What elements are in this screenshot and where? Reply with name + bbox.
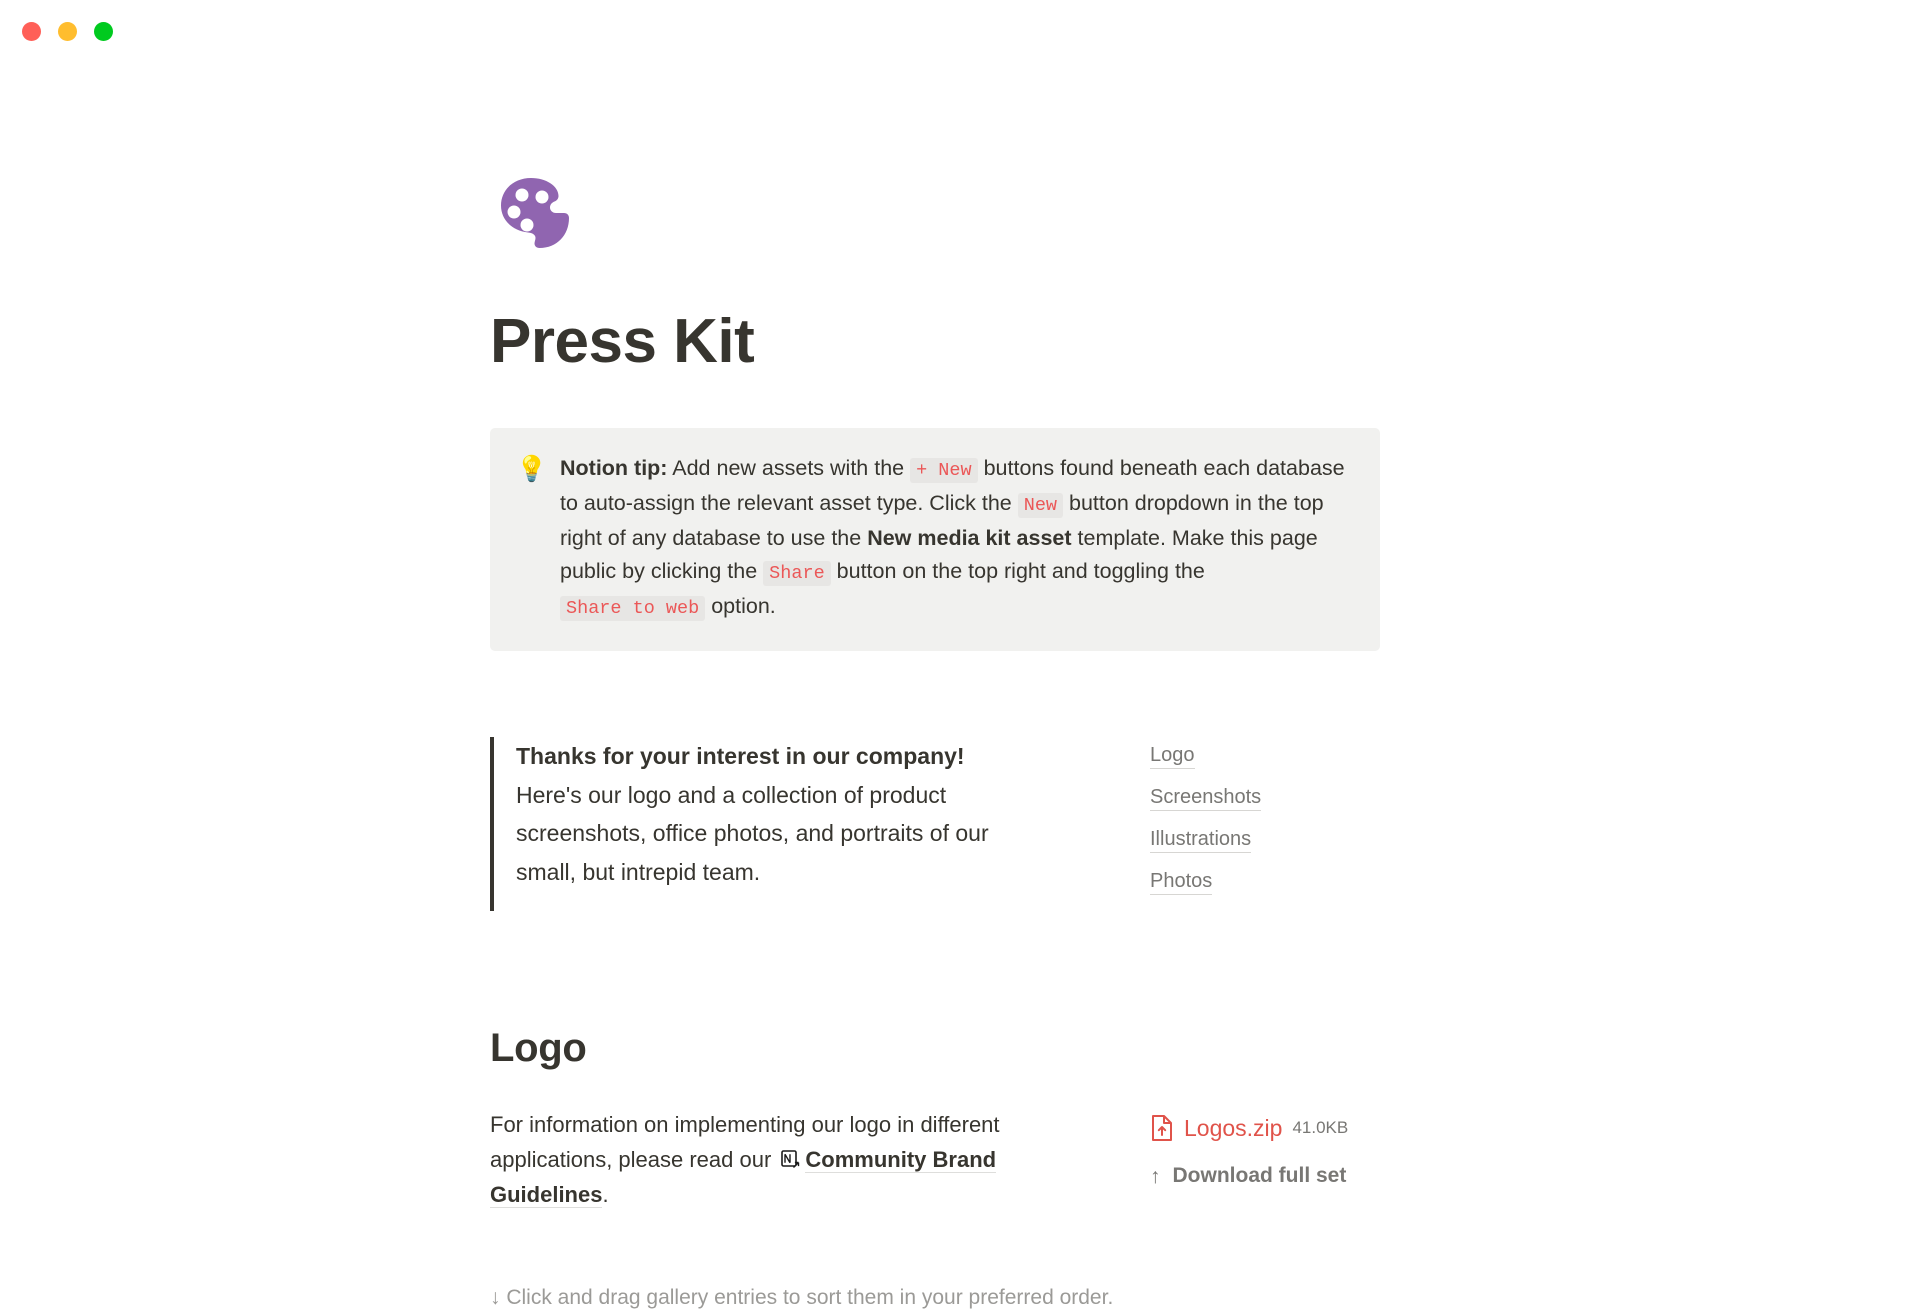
intro-quote: Thanks for your interest in our company!… [490, 737, 1050, 912]
callout-text-6: option. [705, 594, 776, 619]
toc-item-screenshots[interactable]: Screenshots [1150, 785, 1262, 812]
notion-tip-callout: 💡 Notion tip: Add new assets with the + … [490, 428, 1380, 652]
download-row[interactable]: ↑ Download full set [1150, 1164, 1348, 1188]
logo-body-text-2: . [602, 1182, 609, 1208]
logo-section: Logo For information on implementing our… [490, 1026, 1520, 1212]
intro-row: Thanks for your interest in our company!… [490, 737, 1520, 912]
up-arrow-icon: ↑ [1150, 1164, 1161, 1188]
code-share: Share [763, 561, 831, 587]
page-content: Press Kit 💡 Notion tip: Add new assets w… [490, 0, 1520, 1310]
intro-lead: Thanks for your interest in our company! [516, 743, 965, 770]
toc-item-illustrations[interactable]: Illustrations [1150, 827, 1252, 854]
logo-section-right: Logos.zip 41.0KB ↑ Download full set [1150, 1026, 1348, 1212]
callout-text-5: button on the top right and toggling the [830, 559, 1205, 584]
table-of-contents: Logo Screenshots Illustrations Photos [1150, 737, 1262, 911]
toc-item-photos[interactable]: Photos [1150, 869, 1213, 896]
code-new: New [1017, 493, 1064, 519]
gallery-sort-hint: ↓ Click and drag gallery entries to sort… [490, 1286, 1114, 1310]
toc-item-logo[interactable]: Logo [1150, 743, 1195, 770]
notion-page: Press Kit 💡 Notion tip: Add new assets w… [0, 0, 1920, 1310]
section-title-logo: Logo [490, 1026, 587, 1071]
lightbulb-emoji: 💡 [516, 455, 548, 484]
code-new-button: + New [910, 458, 978, 484]
logo-section-left: Logo For information on implementing our… [490, 1026, 1050, 1212]
zip-file-icon [1150, 1114, 1174, 1142]
logo-section-body: For information on implementing our logo… [490, 1107, 1050, 1212]
notion-page-icon [780, 1149, 802, 1171]
file-size: 41.0KB [1292, 1118, 1349, 1138]
callout-bold-template: New media kit asset [867, 526, 1072, 551]
page-title: Press Kit [490, 307, 755, 376]
code-share-to-web: Share to web [560, 596, 706, 622]
callout-text-1: Add new assets with the [667, 456, 911, 481]
callout-label: Notion tip: [560, 456, 668, 481]
download-full-set-link[interactable]: Download full set [1173, 1164, 1347, 1188]
file-row[interactable]: Logos.zip 41.0KB [1150, 1114, 1348, 1142]
intro-body: Here's our logo and a collection of prod… [516, 781, 989, 885]
file-name-link[interactable]: Logos.zip [1184, 1115, 1282, 1142]
palette-icon[interactable] [490, 168, 574, 252]
callout-text: Notion tip: Add new assets with the + Ne… [560, 452, 1352, 625]
